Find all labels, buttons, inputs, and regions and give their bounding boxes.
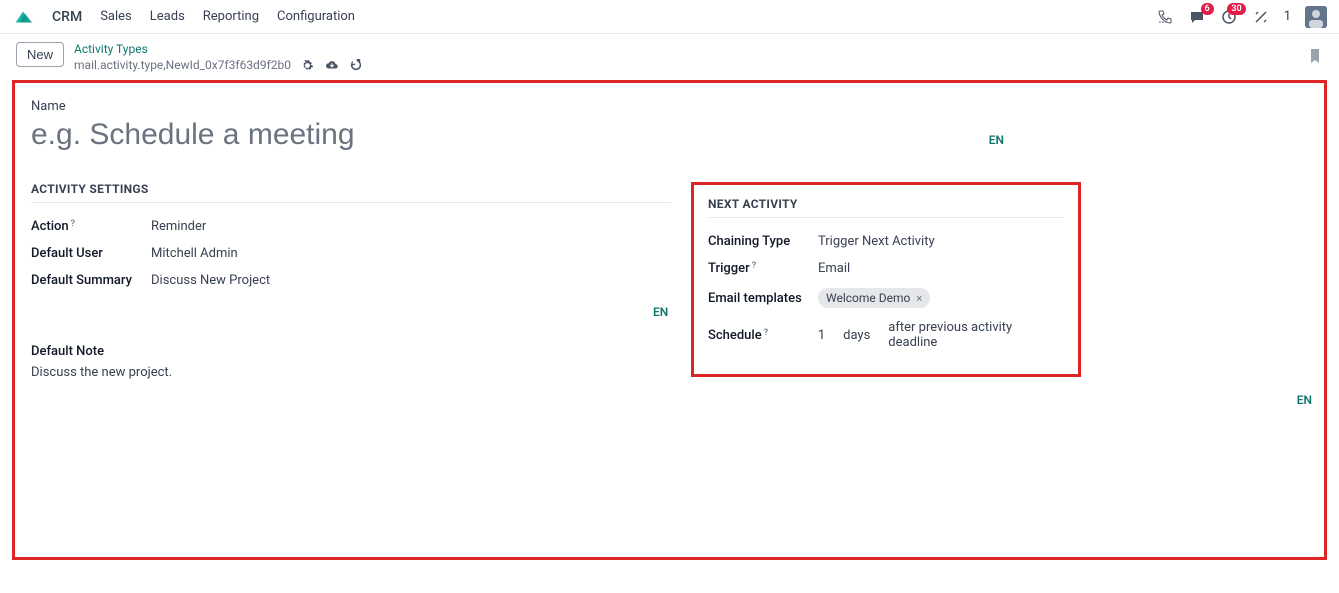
email-templates-label: Email templates (708, 291, 818, 306)
default-summary-label: Default Summary (31, 273, 151, 288)
chaining-type-label: Chaining Type (708, 234, 818, 249)
default-summary-value[interactable]: Discuss New Project (151, 273, 270, 288)
email-templates-value[interactable]: Welcome Demo × (818, 288, 930, 308)
new-button[interactable]: New (16, 42, 64, 67)
trigger-value[interactable]: Email (818, 261, 850, 276)
chaining-type-value[interactable]: Trigger Next Activity (818, 234, 935, 249)
default-note-value[interactable]: Discuss the new project. (31, 365, 671, 380)
nav-configuration[interactable]: Configuration (277, 9, 355, 24)
action-row: Action? Reminder (31, 213, 671, 240)
help-icon[interactable]: ? (752, 261, 756, 271)
next-activity-box: NEXT ACTIVITY Chaining Type Trigger Next… (691, 182, 1081, 377)
cloud-save-icon[interactable] (325, 58, 339, 72)
help-icon[interactable]: ? (764, 328, 768, 338)
action-value[interactable]: Reminder (151, 219, 206, 234)
record-id: mail.activity.type,NewId_0x7f3f63d9f2b0 (74, 58, 291, 72)
record-row: mail.activity.type,NewId_0x7f3f63d9f2b0 (74, 58, 363, 72)
schedule-unit[interactable]: days (843, 328, 870, 343)
schedule-label: Schedule? (708, 328, 818, 343)
default-summary-row: Default Summary Discuss New Project (31, 267, 671, 294)
name-label: Name (31, 99, 1308, 114)
tools-icon[interactable] (1252, 8, 1270, 26)
lang-badge-name[interactable]: EN (989, 133, 1004, 147)
clock-icon[interactable]: 30 (1220, 8, 1238, 26)
nav-left: CRM Sales Leads Reporting Configuration (12, 9, 355, 25)
default-note-block: Default Note Discuss the new project. (31, 344, 671, 380)
help-icon[interactable]: ? (71, 219, 75, 229)
chaining-type-row: Chaining Type Trigger Next Activity (708, 228, 1064, 255)
discard-icon[interactable] (349, 58, 363, 72)
chat-icon[interactable]: 6 (1188, 8, 1206, 26)
activity-settings-column: ACTIVITY SETTINGS Action? Reminder Defau… (31, 182, 671, 380)
email-template-chip[interactable]: Welcome Demo × (818, 288, 930, 308)
bookmark-icon[interactable] (1309, 48, 1323, 66)
app-logo-icon[interactable] (12, 9, 34, 25)
columns: ACTIVITY SETTINGS Action? Reminder Defau… (31, 182, 1308, 380)
schedule-row: Schedule? 1 days after previous activity… (708, 314, 1064, 356)
default-user-label: Default User (31, 246, 151, 261)
nav-count: 1 (1284, 9, 1291, 24)
phone-icon[interactable] (1156, 8, 1174, 26)
lang-badge-note[interactable]: EN (1297, 393, 1312, 407)
chip-remove-icon[interactable]: × (916, 292, 922, 305)
default-user-row: Default User Mitchell Admin (31, 240, 671, 267)
nav-leads[interactable]: Leads (150, 9, 185, 24)
subheader: New Activity Types mail.activity.type,Ne… (0, 34, 1339, 80)
schedule-after: after previous activity deadline (888, 320, 1064, 350)
default-note-label: Default Note (31, 344, 671, 359)
clock-badge: 30 (1227, 3, 1245, 15)
name-input[interactable] (31, 118, 925, 152)
form-area: Name EN ACTIVITY SETTINGS Action? Remind… (12, 80, 1327, 560)
lang-badge-summary[interactable]: EN (653, 305, 668, 319)
trigger-label: Trigger? (708, 261, 818, 276)
navbar: CRM Sales Leads Reporting Configuration … (0, 0, 1339, 34)
app-name[interactable]: CRM (52, 9, 82, 25)
next-activity-title: NEXT ACTIVITY (708, 197, 1064, 218)
chip-label: Welcome Demo (826, 291, 910, 305)
breadcrumb-column: Activity Types mail.activity.type,NewId_… (74, 42, 363, 72)
next-activity-column: NEXT ACTIVITY Chaining Type Trigger Next… (691, 182, 1308, 380)
default-user-value[interactable]: Mitchell Admin (151, 246, 238, 261)
email-templates-row: Email templates Welcome Demo × (708, 282, 1064, 314)
avatar[interactable] (1305, 6, 1327, 28)
name-row (31, 118, 1308, 152)
breadcrumb[interactable]: Activity Types (74, 42, 363, 56)
schedule-count[interactable]: 1 (818, 328, 825, 343)
schedule-value: 1 days after previous activity deadline (818, 320, 1064, 350)
action-label: Action? (31, 219, 151, 234)
nav-right: 6 30 1 (1156, 6, 1327, 28)
nav-reporting[interactable]: Reporting (203, 9, 259, 24)
activity-settings-title: ACTIVITY SETTINGS (31, 182, 671, 203)
trigger-row: Trigger? Email (708, 255, 1064, 282)
gear-icon[interactable] (301, 58, 315, 72)
subheader-left: New Activity Types mail.activity.type,Ne… (16, 42, 363, 72)
chat-badge: 6 (1201, 3, 1214, 15)
nav-sales[interactable]: Sales (100, 9, 132, 24)
